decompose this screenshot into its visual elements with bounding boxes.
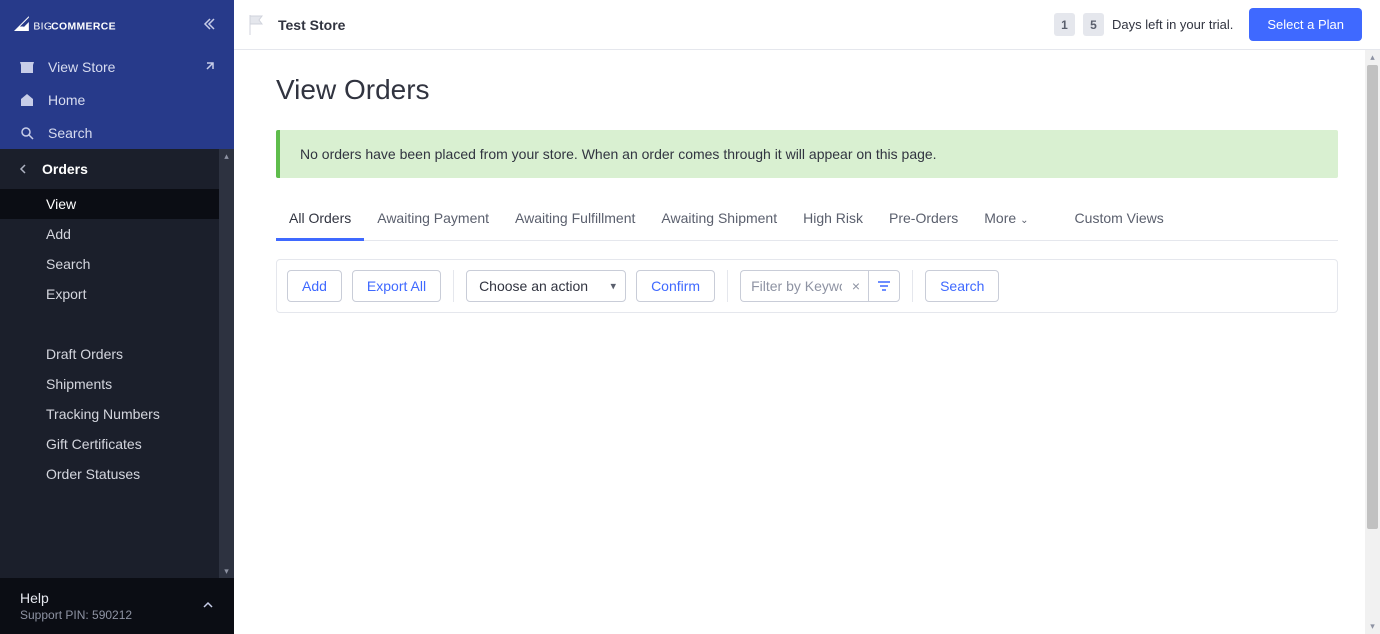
nav-view-store[interactable]: View Store xyxy=(0,50,234,83)
nav-home-label: Home xyxy=(48,92,85,108)
sidebar-section-orders[interactable]: Orders xyxy=(0,149,234,189)
search-icon xyxy=(18,125,36,141)
subnav-search[interactable]: Search xyxy=(0,249,234,279)
order-tabs: All Orders Awaiting Payment Awaiting Ful… xyxy=(276,198,1338,241)
main-area: Test Store 1 5 Days left in your trial. … xyxy=(234,0,1380,634)
tab-awaiting-shipment[interactable]: Awaiting Shipment xyxy=(648,198,790,241)
chevron-up-icon xyxy=(202,598,214,614)
page-title: View Orders xyxy=(276,74,1338,106)
select-plan-button[interactable]: Select a Plan xyxy=(1249,8,1362,41)
subnav-export[interactable]: Export xyxy=(0,279,234,309)
add-button[interactable]: Add xyxy=(287,270,342,302)
tab-awaiting-fulfillment[interactable]: Awaiting Fulfillment xyxy=(502,198,648,241)
help-subtitle: Support PIN: 590212 xyxy=(20,608,132,622)
filter-icon xyxy=(876,278,892,294)
subnav-tracking[interactable]: Tracking Numbers xyxy=(0,399,234,429)
home-icon xyxy=(18,92,36,108)
subnav-gift-certificates[interactable]: Gift Certificates xyxy=(0,429,234,459)
svg-text:COMMERCE: COMMERCE xyxy=(51,21,116,32)
svg-text:BIG: BIG xyxy=(33,21,52,32)
subnav-view[interactable]: View xyxy=(0,189,234,219)
store-icon xyxy=(18,59,36,75)
bigcommerce-logo: BIG COMMERCE xyxy=(14,14,118,36)
confirm-button[interactable]: Confirm xyxy=(636,270,715,302)
external-link-icon xyxy=(204,59,216,75)
trial-day-digit-2: 5 xyxy=(1083,13,1104,36)
toolbar-divider xyxy=(727,270,728,302)
export-all-button[interactable]: Export All xyxy=(352,270,441,302)
subnav-order-statuses[interactable]: Order Statuses xyxy=(0,459,234,489)
nav-view-store-label: View Store xyxy=(48,59,115,75)
toolbar-divider xyxy=(912,270,913,302)
flag-icon xyxy=(246,13,264,37)
sidebar-section-title: Orders xyxy=(42,161,88,177)
tab-all-orders[interactable]: All Orders xyxy=(276,198,364,241)
action-select[interactable]: Choose an action xyxy=(466,270,626,302)
sidebar: BIG COMMERCE View Store Home xyxy=(0,0,234,634)
sidebar-scrollbar[interactable]: ▴ ▾ xyxy=(219,149,234,578)
subnav-draft-orders[interactable]: Draft Orders xyxy=(0,339,234,369)
nav-search[interactable]: Search xyxy=(0,116,234,149)
filter-keyword-input[interactable] xyxy=(740,270,868,302)
scroll-up-icon[interactable]: ▴ xyxy=(219,149,234,163)
nav-home[interactable]: Home xyxy=(0,83,234,116)
trial-text: Days left in your trial. xyxy=(1112,17,1233,32)
tab-pre-orders[interactable]: Pre-Orders xyxy=(876,198,971,241)
main-scrollbar[interactable]: ▴ ▾ xyxy=(1365,50,1380,634)
subnav-shipments[interactable]: Shipments xyxy=(0,369,234,399)
help-title: Help xyxy=(20,590,132,606)
help-footer[interactable]: Help Support PIN: 590212 xyxy=(0,578,234,634)
trial-days: 1 5 Days left in your trial. xyxy=(1054,13,1233,36)
store-name: Test Store xyxy=(278,17,345,33)
clear-icon[interactable]: × xyxy=(852,278,860,294)
toolbar-divider xyxy=(453,270,454,302)
chevron-down-icon: ⌄ xyxy=(1020,215,1028,226)
search-button[interactable]: Search xyxy=(925,270,999,302)
info-alert: No orders have been placed from your sto… xyxy=(276,130,1338,178)
scroll-down-icon[interactable]: ▾ xyxy=(1365,619,1380,634)
orders-toolbar: Add Export All Choose an action Confirm … xyxy=(276,259,1338,313)
sidebar-collapse-button[interactable] xyxy=(202,17,216,34)
tab-custom-views[interactable]: Custom Views xyxy=(1062,198,1177,241)
trial-day-digit-1: 1 xyxy=(1054,13,1075,36)
tab-high-risk[interactable]: High Risk xyxy=(790,198,876,241)
tab-more[interactable]: More⌄ xyxy=(971,198,1041,241)
scroll-up-icon[interactable]: ▴ xyxy=(1365,50,1380,65)
topbar: Test Store 1 5 Days left in your trial. … xyxy=(234,0,1380,50)
chevron-left-icon xyxy=(18,164,28,174)
subnav-spacer xyxy=(0,309,234,339)
scrollbar-thumb[interactable] xyxy=(1367,65,1378,529)
scroll-down-icon[interactable]: ▾ xyxy=(219,564,234,578)
tab-awaiting-payment[interactable]: Awaiting Payment xyxy=(364,198,502,241)
subnav-add[interactable]: Add xyxy=(0,219,234,249)
nav-search-label: Search xyxy=(48,125,92,141)
filter-options-button[interactable] xyxy=(868,270,900,302)
